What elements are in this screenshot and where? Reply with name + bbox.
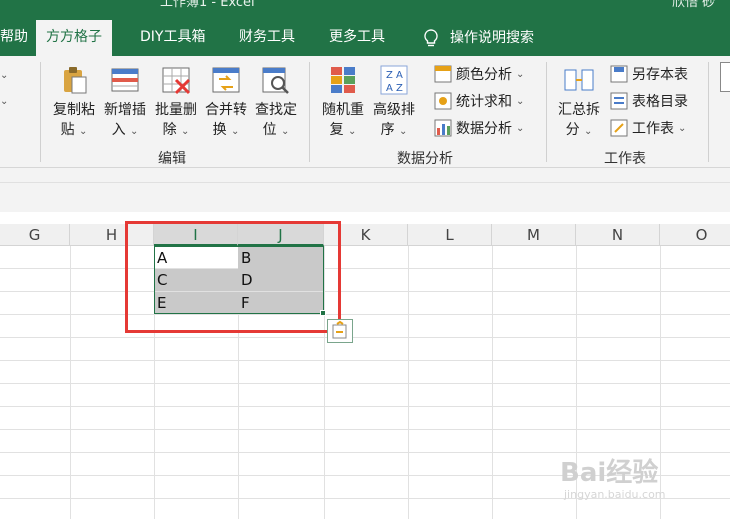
window-title: 工作簿1 - Excel	[160, 0, 255, 10]
directory-icon	[610, 92, 628, 110]
summary-split-button[interactable]: 汇总拆分 ⌄	[554, 64, 604, 142]
formula-area	[0, 168, 730, 212]
color-grid-icon	[434, 65, 452, 83]
group-separator	[708, 62, 709, 162]
sort-az-icon: Z A A Z	[380, 65, 408, 95]
baidu-watermark: Bai经验	[560, 458, 659, 488]
merge-convert-button[interactable]: 合并转换 ⌄	[201, 64, 251, 142]
clipped-tool-icon[interactable]	[720, 62, 730, 92]
group-label-sheet: 工作表	[604, 151, 646, 167]
tell-me-label: 操作说明搜索	[450, 30, 534, 46]
column-header-l[interactable]: L	[408, 224, 492, 246]
data-chart-icon	[434, 119, 452, 137]
delete-grid-icon	[162, 67, 191, 95]
column-header-g[interactable]: G	[0, 224, 70, 246]
color-analysis-button[interactable]: 颜色分析 ⌄	[434, 64, 524, 84]
group-label-edit: 编辑	[158, 151, 186, 167]
highlight-box	[125, 221, 341, 333]
insert-rows-icon	[111, 68, 139, 92]
tab-more-tools[interactable]: 更多工具	[319, 20, 395, 56]
merge-arrows-icon	[212, 67, 240, 93]
find-locate-button[interactable]: 查找定位 ⌄	[251, 64, 301, 142]
ribbon: ⌄ ⌄ 复制粘贴 ⌄ 新增插入 ⌄ 批量删除 ⌄ 合并转 换 ⌄ 查找定 位 ⌄…	[0, 56, 730, 168]
column-header-o[interactable]: O	[660, 224, 730, 246]
ribbon-tabs: 帮助 方方格子 DIY工具箱 财务工具 更多工具 操作说明搜索	[0, 20, 730, 56]
magnifier-icon	[262, 67, 289, 94]
data-analysis-button[interactable]: 数据分析 ⌄	[434, 118, 524, 138]
title-bar: 工作簿1 - Excel 欣悟 砂	[0, 0, 730, 20]
advanced-sort-button[interactable]: Z A A Z 高级排序 ⌄	[369, 64, 419, 142]
summary-split-icon	[564, 69, 594, 91]
tab-fangfang[interactable]: 方方格子	[36, 20, 112, 56]
group-separator	[546, 62, 547, 162]
user-name: 欣悟 砂	[672, 0, 716, 10]
random-repeat-button[interactable]: 随机重复 ⌄	[318, 64, 368, 142]
stat-sum-button[interactable]: 统计求和 ⌄	[434, 91, 524, 111]
sum-icon	[434, 92, 452, 110]
quick-analysis-icon	[332, 320, 347, 339]
group-separator	[309, 62, 310, 162]
copy-paste-button[interactable]: 复制粘贴 ⌄	[49, 64, 99, 142]
svg-text:Z A: Z A	[386, 70, 403, 81]
tab-finance[interactable]: 财务工具	[229, 20, 305, 56]
save-sheet-button[interactable]: 另存本表	[610, 64, 688, 84]
batch-delete-button[interactable]: 批量删除 ⌄	[151, 64, 201, 142]
column-header-m[interactable]: M	[492, 224, 576, 246]
group-separator	[40, 62, 41, 162]
tell-me-search[interactable]: 操作说明搜索	[412, 20, 544, 56]
clipboard-icon	[64, 67, 87, 94]
insert-new-button[interactable]: 新增插入 ⌄	[100, 64, 150, 142]
chevron-down-icon: ⌄	[0, 96, 9, 107]
worksheet-icon	[610, 119, 628, 137]
save-sheet-icon	[610, 65, 628, 83]
lightbulb-icon	[424, 29, 438, 47]
watermark-url: jingyan.baidu.com	[564, 488, 666, 501]
chevron-down-icon: ⌄	[0, 70, 9, 81]
worksheet-button[interactable]: 工作表 ⌄	[610, 118, 686, 138]
tab-help[interactable]: 帮助	[0, 20, 38, 56]
svg-text:A Z: A Z	[386, 83, 403, 94]
quick-analysis-button[interactable]	[327, 319, 353, 343]
table-directory-button[interactable]: 表格目录	[610, 91, 688, 111]
color-blocks-icon	[331, 67, 355, 93]
tab-diy[interactable]: DIY工具箱	[130, 20, 215, 56]
group-label-analysis: 数据分析	[397, 151, 453, 167]
column-header-n[interactable]: N	[576, 224, 660, 246]
